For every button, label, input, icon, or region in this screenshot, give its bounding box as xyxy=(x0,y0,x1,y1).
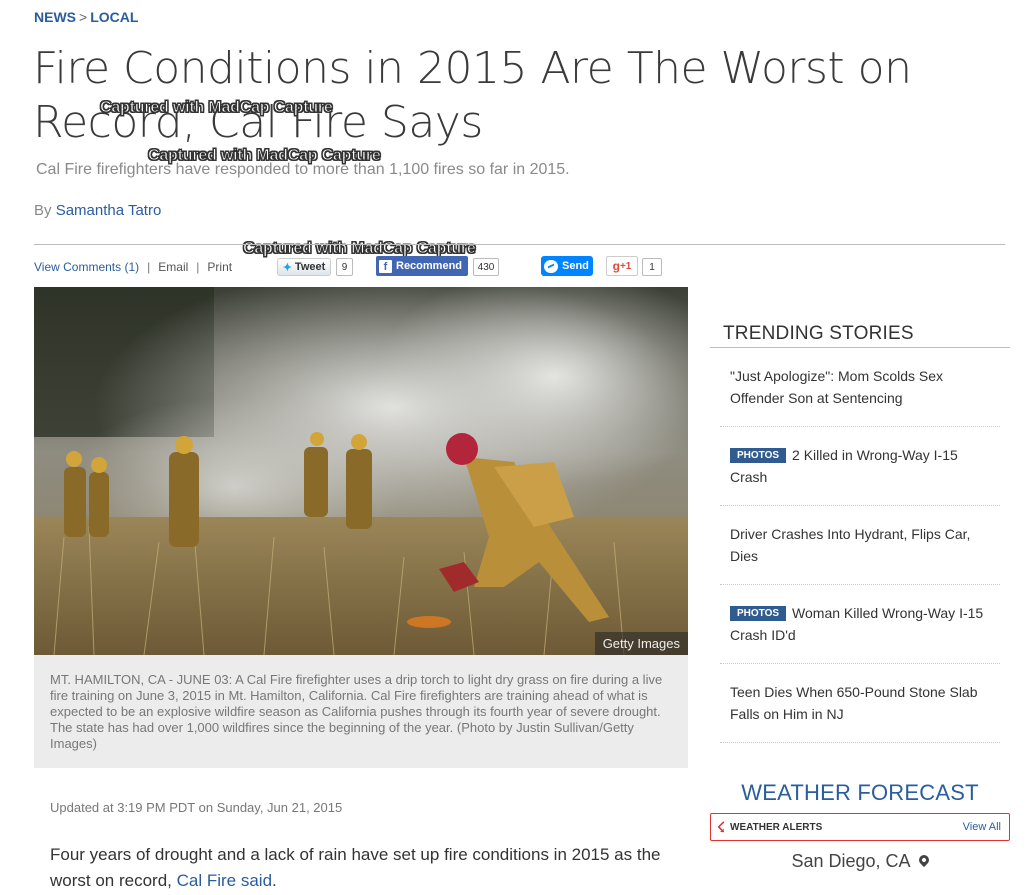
header-divider xyxy=(34,244,1005,245)
trending-item[interactable]: PHOTOS 2 Killed in Wrong-Way I-15 Crash xyxy=(720,427,1000,506)
email-link[interactable]: Email xyxy=(158,260,188,274)
trending-item[interactable]: PHOTOS Woman Killed Wrong-Way I-15 Crash … xyxy=(720,585,1000,664)
breadcrumb-local-link[interactable]: LOCAL xyxy=(90,9,138,25)
author-link[interactable]: Samantha Tatro xyxy=(56,202,162,219)
send-label: Send xyxy=(562,260,589,272)
view-comments-link[interactable]: View Comments (1) xyxy=(34,260,139,274)
twitter-bird-icon: ✦ xyxy=(282,261,292,274)
firefighters-photo xyxy=(34,287,688,655)
trending-stories-heading: TRENDING STORIES xyxy=(723,323,914,344)
byline-prefix: By xyxy=(34,202,52,219)
google-plus-button[interactable]: g +1 xyxy=(606,256,638,276)
print-link[interactable]: Print xyxy=(207,260,232,274)
trending-item-text: "Just Apologize": Mom Scolds Sex Offende… xyxy=(730,368,944,406)
facebook-icon: f xyxy=(379,259,392,273)
breadcrumb-separator: > xyxy=(79,9,88,25)
gplus-count: 1 xyxy=(642,258,662,276)
weather-forecast-heading: WEATHER FORECAST xyxy=(741,780,979,805)
photo-credit: Getty Images xyxy=(594,632,688,655)
photos-badge: PHOTOS xyxy=(730,448,787,463)
weather-alerts-label: WEATHER ALERTS xyxy=(730,821,823,833)
map-pin-icon xyxy=(916,852,931,868)
trending-item[interactable]: Driver Crashes Into Hydrant, Flips Car, … xyxy=(720,506,1000,585)
trending-item[interactable]: "Just Apologize": Mom Scolds Sex Offende… xyxy=(720,348,1000,427)
cal-fire-link[interactable]: Cal Fire said xyxy=(177,871,272,890)
tweet-label: Tweet xyxy=(294,261,326,273)
trending-list: "Just Apologize": Mom Scolds Sex Offende… xyxy=(720,348,1000,743)
weather-alerts-bar[interactable]: ☇ WEATHER ALERTS View All xyxy=(710,813,1010,841)
breadcrumb-news-link[interactable]: NEWS xyxy=(34,9,76,25)
photo-caption: MT. HAMILTON, CA - JUNE 03: A Cal Fire f… xyxy=(34,655,688,768)
view-all-link[interactable]: View All xyxy=(963,821,1001,833)
article-headline: Fire Conditions in 2015 Are The Worst on… xyxy=(33,43,912,148)
messenger-icon xyxy=(544,259,558,273)
updated-timestamp: Updated at 3:19 PM PDT on Sunday, Jun 21… xyxy=(50,800,343,815)
body-text: Four years of drought and a lack of rain… xyxy=(50,845,661,890)
tweet-count: 9 xyxy=(336,258,353,276)
trending-item-text: Driver Crashes Into Hydrant, Flips Car, … xyxy=(730,526,971,564)
tweet-button[interactable]: ✦ Tweet xyxy=(277,258,331,276)
recommend-label: Recommend xyxy=(396,260,463,272)
share-links: View Comments (1) | Email | Print xyxy=(34,257,232,277)
trending-item[interactable]: Teen Dies When 650-Pound Stone Slab Fall… xyxy=(720,664,1000,743)
byline: By Samantha Tatro xyxy=(34,202,161,219)
divider: | xyxy=(196,260,200,274)
breadcrumb: NEWS > LOCAL xyxy=(34,9,138,25)
messenger-send-button[interactable]: Send xyxy=(541,256,593,276)
divider: | xyxy=(147,260,151,274)
google-plus-icon: g xyxy=(612,259,620,273)
capture-watermark: Captured with MadCap Capture xyxy=(148,147,382,165)
lightning-icon: ☇ xyxy=(717,818,726,835)
capture-watermark: Captured with MadCap Capture xyxy=(100,99,334,117)
body-period: . xyxy=(272,871,277,890)
article-body-paragraph: Four years of drought and a lack of rain… xyxy=(50,842,680,894)
weather-location-text: San Diego, CA xyxy=(791,851,911,871)
gplus-label: +1 xyxy=(619,260,632,272)
trending-item-text: Teen Dies When 650-Pound Stone Slab Fall… xyxy=(730,684,978,722)
article-photo[interactable]: Getty Images xyxy=(34,287,688,655)
photos-badge: PHOTOS xyxy=(730,606,787,621)
weather-location[interactable]: San Diego, CA xyxy=(710,851,1010,872)
recommend-count: 430 xyxy=(473,258,499,276)
facebook-recommend-button[interactable]: f Recommend xyxy=(376,256,468,276)
